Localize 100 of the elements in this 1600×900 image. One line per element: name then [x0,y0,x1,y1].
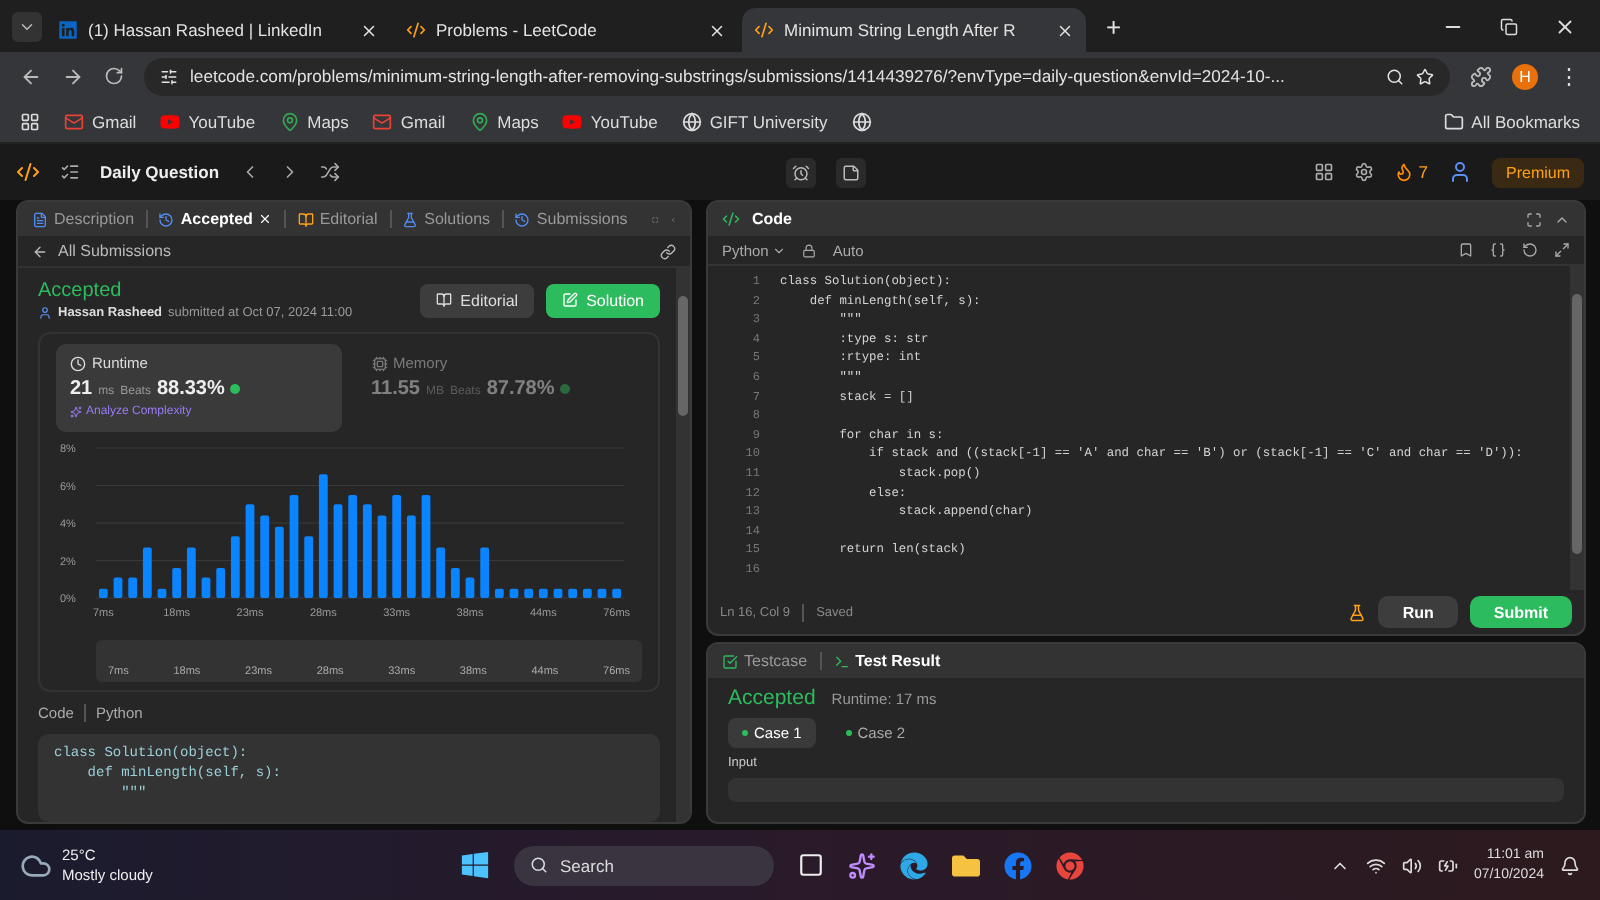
all-bookmarks[interactable]: All Bookmarks [1443,111,1580,131]
bookmark-icon[interactable] [1458,242,1474,258]
all-submissions-link[interactable]: All Submissions [58,242,171,260]
panel-tab[interactable]: Accepted [158,210,273,228]
chart-bar [333,504,343,598]
close-icon[interactable] [1554,15,1576,37]
checkbox-icon [722,653,738,669]
chart-bar [524,588,534,598]
panel-tab[interactable]: Description [32,210,135,228]
close-icon [708,21,726,39]
back-icon[interactable] [20,65,42,87]
bell-icon[interactable] [1560,855,1580,875]
check-dot-icon [560,384,571,394]
maximize-icon[interactable] [1526,211,1542,227]
stat-value: 21 [70,378,93,400]
chart-bar [392,494,402,598]
forward-icon[interactable] [62,65,84,87]
search-field[interactable]: Search [514,845,774,885]
chart-bar [304,536,314,598]
notes-button[interactable] [836,157,867,187]
scrollbar[interactable] [1570,266,1584,590]
bookmark[interactable]: Gmail [372,111,446,131]
folder-icon[interactable] [952,851,980,879]
task-view-icon[interactable] [798,852,824,878]
apps-icon[interactable] [20,111,40,131]
editorial-button[interactable]: Editorial [420,283,535,317]
menu-button[interactable]: ⋮ [1558,63,1580,89]
close-icon [258,212,273,226]
battery-icon[interactable] [1437,855,1458,875]
browser-tab[interactable]: Minimum String Length After R [742,8,1086,52]
terminal-icon [833,653,850,669]
code-icon [406,20,426,40]
bookmark[interactable]: YouTube [160,111,256,131]
reload-icon[interactable] [104,66,124,86]
facebook-icon[interactable] [1004,851,1032,879]
chrome-icon[interactable] [1056,851,1084,879]
bookmark[interactable]: YouTube [562,111,658,131]
new-tab-button[interactable]: + [1090,11,1138,41]
run-button[interactable]: Run [1378,596,1458,628]
bookmark[interactable]: Maps [279,111,349,131]
streak-count: 7 [1418,162,1428,182]
puzzle-icon[interactable] [1470,65,1492,87]
scrollbar[interactable] [676,268,690,822]
logo-icon[interactable] [16,160,40,184]
star-icon [1416,67,1434,85]
bookmark[interactable]: GIFT University [681,111,828,131]
flame-icon [1394,162,1415,182]
wifi-icon[interactable] [1365,855,1386,875]
start-icon[interactable] [460,850,490,880]
address-field[interactable]: leetcode.com/problems/minimum-string-length-after-removing-substrings/submissions/1414439276/?envType=daily-question&envId=2024-10-... [144,57,1450,95]
document-icon [32,211,48,227]
premium-button[interactable]: Premium [1492,157,1585,187]
panel-tab[interactable]: Test Result [833,652,941,670]
globe-icon[interactable] [851,111,872,131]
daily-question-link[interactable]: Daily Question [100,162,220,182]
mail-icon [372,111,393,131]
bookmark[interactable]: Maps [469,111,539,131]
code-icon [722,210,740,228]
expand-icon[interactable] [1554,242,1570,258]
braces-icon[interactable] [1490,242,1506,258]
link-icon[interactable] [660,243,676,259]
restore-icon[interactable] [1500,17,1518,35]
chart-bar [157,588,167,598]
panel-tab[interactable]: Solutions [402,210,491,228]
browser-icon[interactable] [900,851,928,879]
status-text: Accepted [38,280,124,302]
layout-icon[interactable] [1314,162,1335,182]
search-icon [1386,67,1404,85]
note-icon [842,163,861,181]
user-avatar-icon[interactable] [1448,160,1472,184]
panel-tab[interactable]: Editorial [297,210,378,228]
cloud-icon[interactable] [20,849,52,881]
chart-bar [421,494,431,598]
sparkle-icon[interactable] [848,851,876,879]
chart-bar [568,588,578,598]
panel-tab[interactable]: Submissions [514,210,628,228]
volume-icon[interactable] [1401,855,1422,875]
sparkle-icon [70,406,82,418]
panel-tab[interactable]: Testcase [722,652,808,670]
chart-bar [142,547,152,598]
chart-bar [480,547,490,598]
bookmark[interactable]: Gmail [64,111,137,131]
linkedin-icon [58,20,78,40]
chip-icon [371,355,387,371]
search-icon [530,856,548,874]
chart-bar [509,588,519,598]
close-icon [360,21,378,39]
tab-search-button[interactable] [12,11,42,41]
shuffle-icon[interactable] [319,162,340,182]
browser-tab[interactable]: Problems - LeetCode [394,8,738,52]
flask-icon[interactable] [1348,603,1367,621]
reset-icon[interactable] [1522,242,1538,258]
settings-icon[interactable] [1354,162,1375,182]
code-icon [754,20,774,40]
book-icon [436,292,453,308]
map-pin-icon [279,111,300,131]
close-icon [1056,21,1074,39]
browser-tab[interactable]: (1) Hassan Rasheed | LinkedIn [46,8,390,52]
timer-button[interactable] [786,157,817,187]
chart-bar [362,504,372,598]
